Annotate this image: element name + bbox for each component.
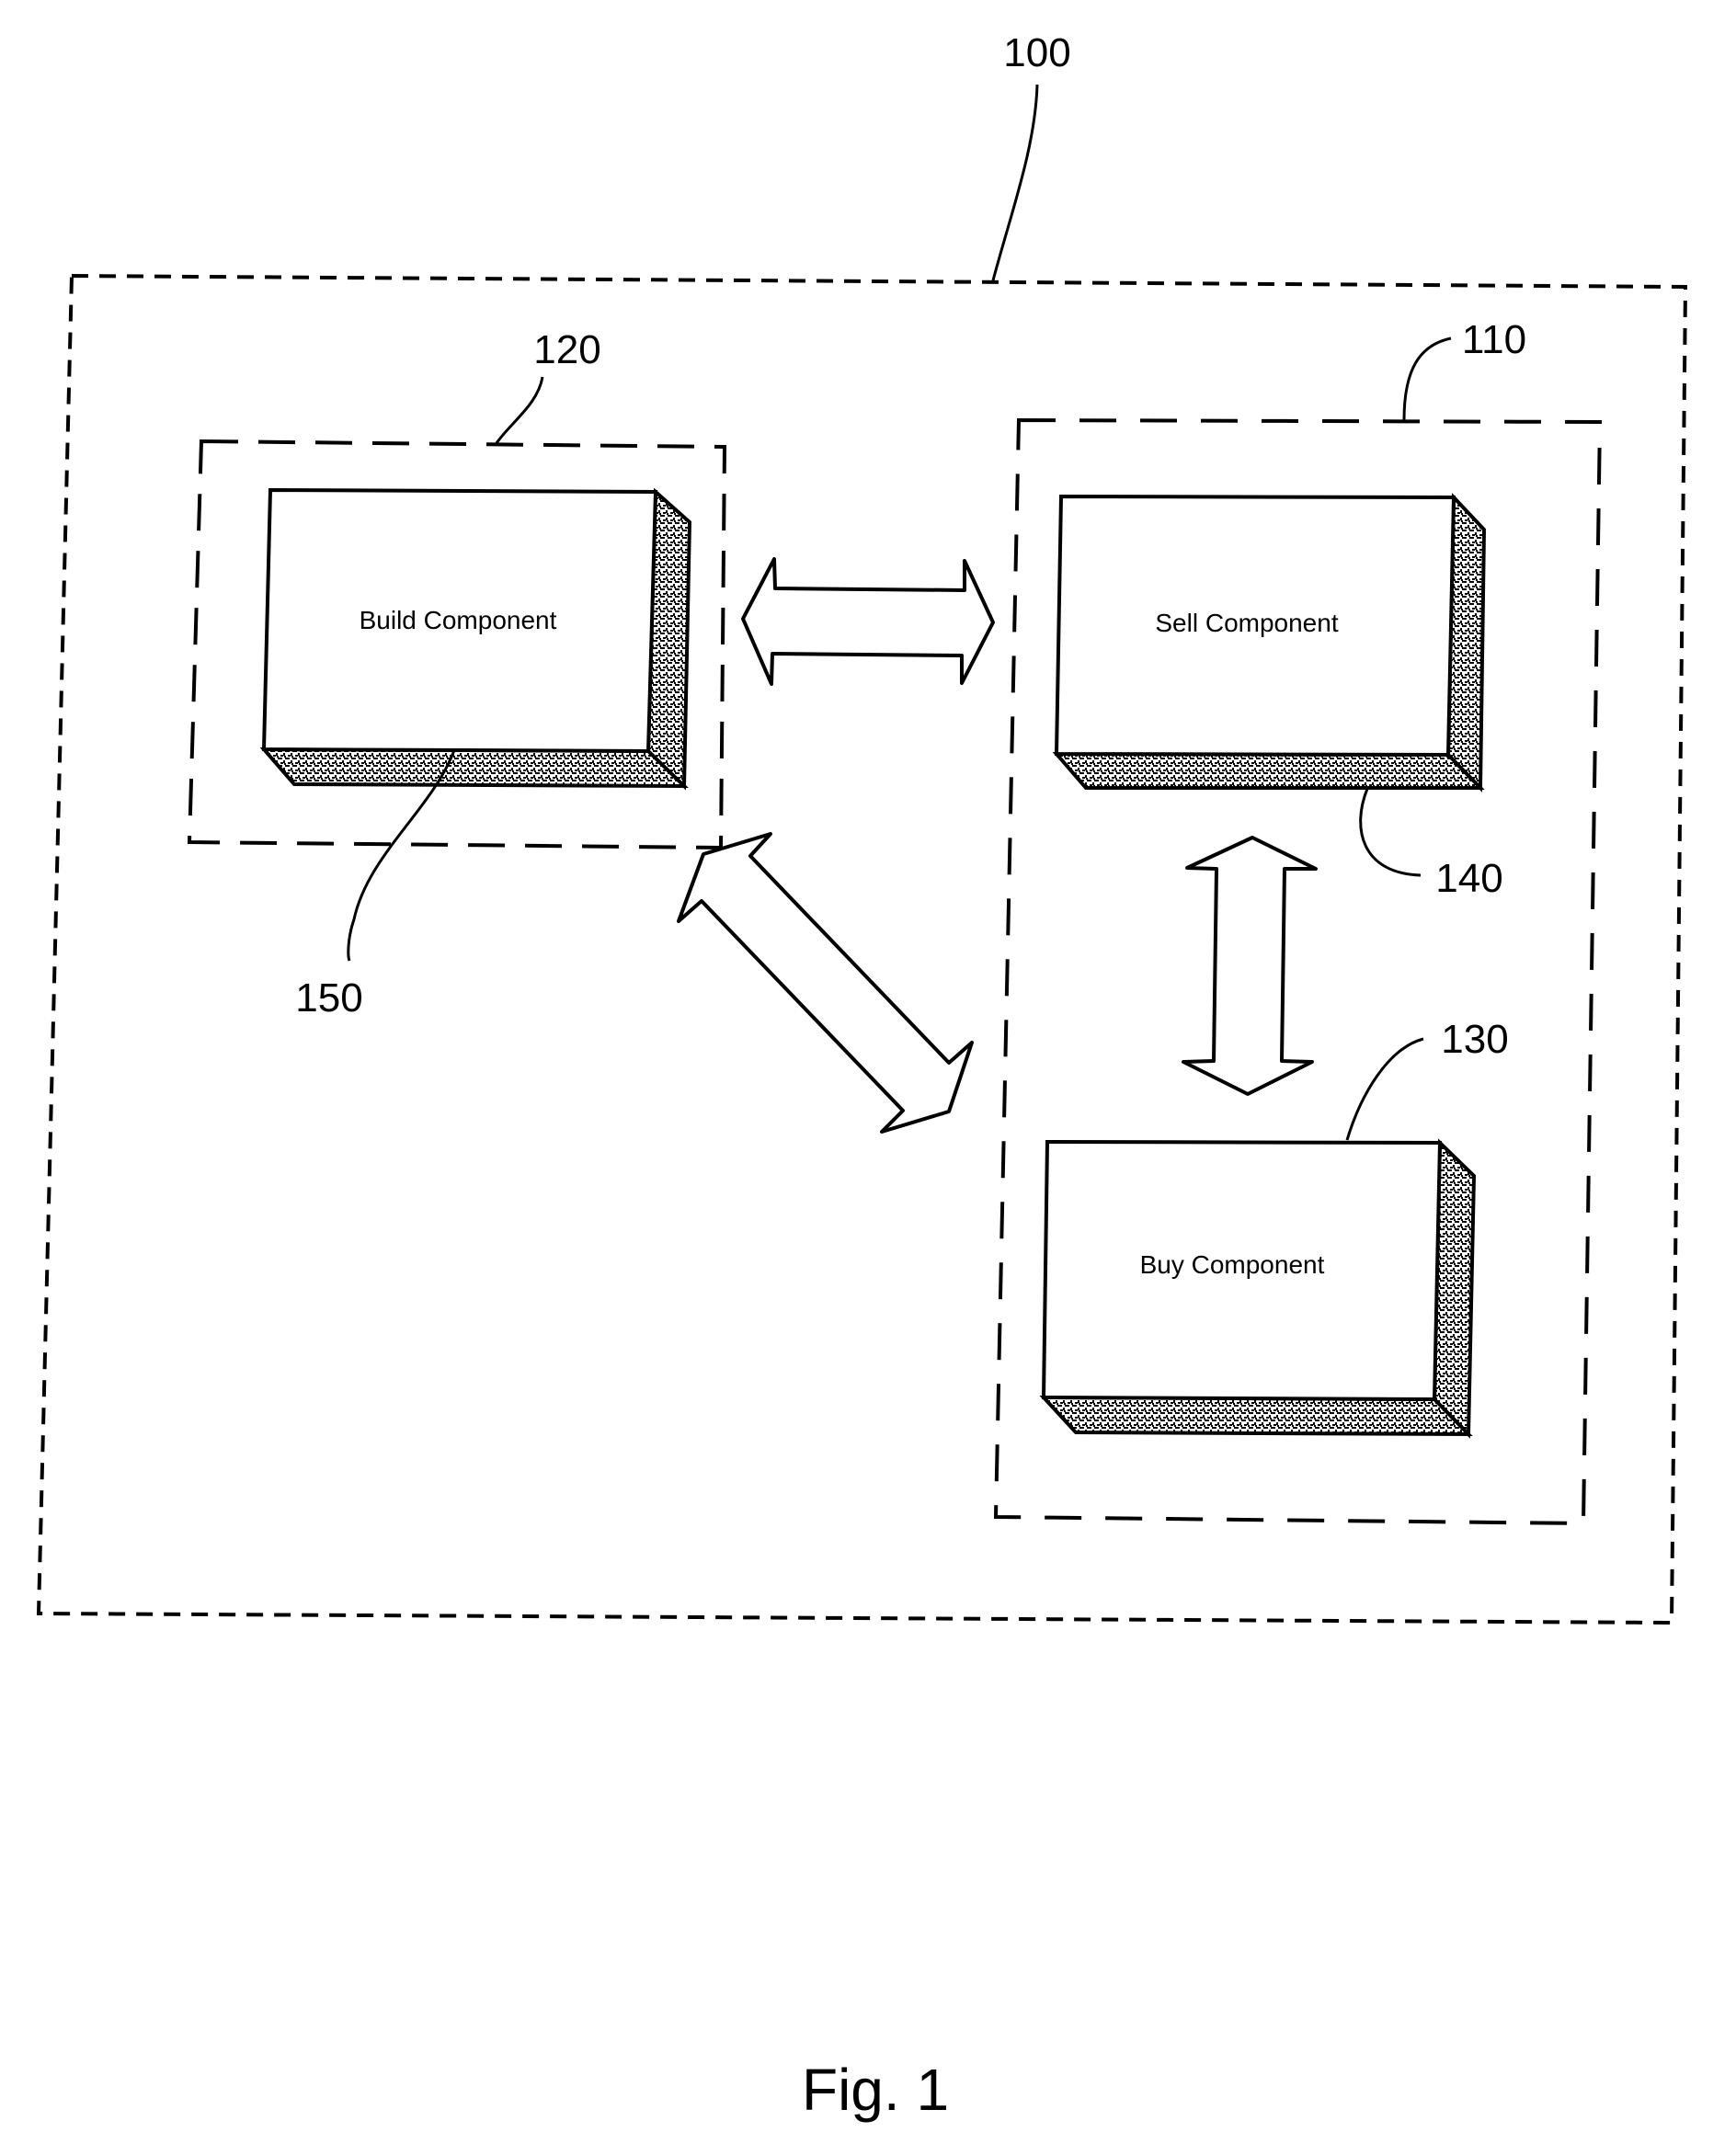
ref-120: 120: [533, 327, 600, 372]
leader-line-130: [1345, 1037, 1424, 1141]
buy-component-label: Buy Component: [1140, 1250, 1325, 1279]
figure-caption: Fig. 1: [802, 2057, 949, 2123]
buy-component-bottom: [1039, 1395, 1473, 1437]
arrow-build-buy: [677, 832, 974, 1134]
build-component-label: Build Component: [360, 606, 557, 634]
ref-140: 140: [1435, 856, 1502, 901]
leader-line-110: [1402, 336, 1452, 421]
patent-figure: 100 120 Build Component 150 110 Sell Com…: [36, 30, 1688, 2123]
ref-130: 130: [1441, 1017, 1508, 1062]
leader-line-120: [495, 376, 544, 444]
arrow-sell-buy: [1182, 836, 1318, 1096]
sell-component-bottom: [1052, 751, 1485, 790]
ref-110: 110: [1462, 317, 1526, 362]
leader-line-140: [1359, 788, 1422, 877]
leader-line-100: [991, 84, 1039, 281]
ref-150: 150: [295, 975, 362, 1020]
ref-100: 100: [1003, 30, 1070, 75]
arrow-build-sell: [741, 557, 995, 686]
buy-component: Buy Component: [1039, 1138, 1477, 1439]
sell-component-label: Sell Component: [1155, 609, 1338, 637]
sell-component: Sell Component: [1052, 493, 1487, 792]
build-component-bottom: [259, 747, 689, 789]
build-component: Build Component: [259, 487, 692, 791]
